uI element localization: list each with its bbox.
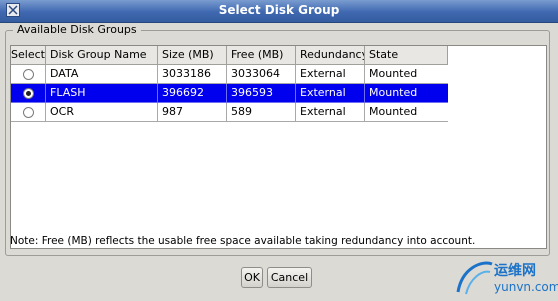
table-cell: Mounted xyxy=(365,65,448,84)
column-header[interactable]: Size (MB) xyxy=(158,46,227,65)
title-bar: Select Disk Group xyxy=(0,0,558,23)
select-radio[interactable] xyxy=(22,107,34,118)
group-label: Available Disk Groups xyxy=(13,23,141,36)
select-radio[interactable] xyxy=(22,88,34,99)
column-header[interactable]: Select xyxy=(11,46,46,65)
table-cell: OCR xyxy=(46,103,158,122)
table-cell: 987 xyxy=(158,103,227,122)
watermark-text: 运维网 xyxy=(494,263,536,279)
table-cell: External xyxy=(296,65,365,84)
table-cell: External xyxy=(296,103,365,122)
column-header[interactable]: State xyxy=(365,46,448,65)
column-header[interactable]: Redundancy xyxy=(296,46,365,65)
note-text: Note: Free (MB) reflects the usable free… xyxy=(10,235,476,247)
watermark-url: yunvn.com xyxy=(494,280,558,294)
watermark-logo-icon xyxy=(456,261,493,295)
select-cell[interactable] xyxy=(11,84,46,103)
column-header[interactable]: Free (MB) xyxy=(227,46,296,65)
table-cell: Mounted xyxy=(365,84,448,103)
table-cell: DATA xyxy=(46,65,158,84)
table-cell: 396692 xyxy=(158,84,227,103)
select-cell[interactable] xyxy=(11,65,46,84)
column-header[interactable]: Disk Group Name xyxy=(46,46,158,65)
table-row[interactable]: FLASH 396692 396593 External Mounted xyxy=(11,84,546,103)
table-cell: 3033186 xyxy=(158,65,227,84)
disk-group-table: Select Disk Group Name Size (MB) Free (M… xyxy=(10,45,547,249)
table-cell: 3033064 xyxy=(227,65,296,84)
select-radio[interactable] xyxy=(22,69,34,80)
table-cell: External xyxy=(296,84,365,103)
cancel-button[interactable]: Cancel xyxy=(267,267,312,288)
table-cell: FLASH xyxy=(46,84,158,103)
window-title: Select Disk Group xyxy=(218,3,340,17)
table-row[interactable]: DATA 3033186 3033064 External Mounted xyxy=(11,65,546,84)
table-header: Select Disk Group Name Size (MB) Free (M… xyxy=(11,46,546,65)
table-cell: Mounted xyxy=(365,103,448,122)
table-cell: 396593 xyxy=(227,84,296,103)
table-cell: 589 xyxy=(227,103,296,122)
table-row[interactable]: OCR 987 589 External Mounted xyxy=(11,103,546,122)
select-cell[interactable] xyxy=(11,103,46,122)
ok-button[interactable]: OK xyxy=(241,267,263,288)
